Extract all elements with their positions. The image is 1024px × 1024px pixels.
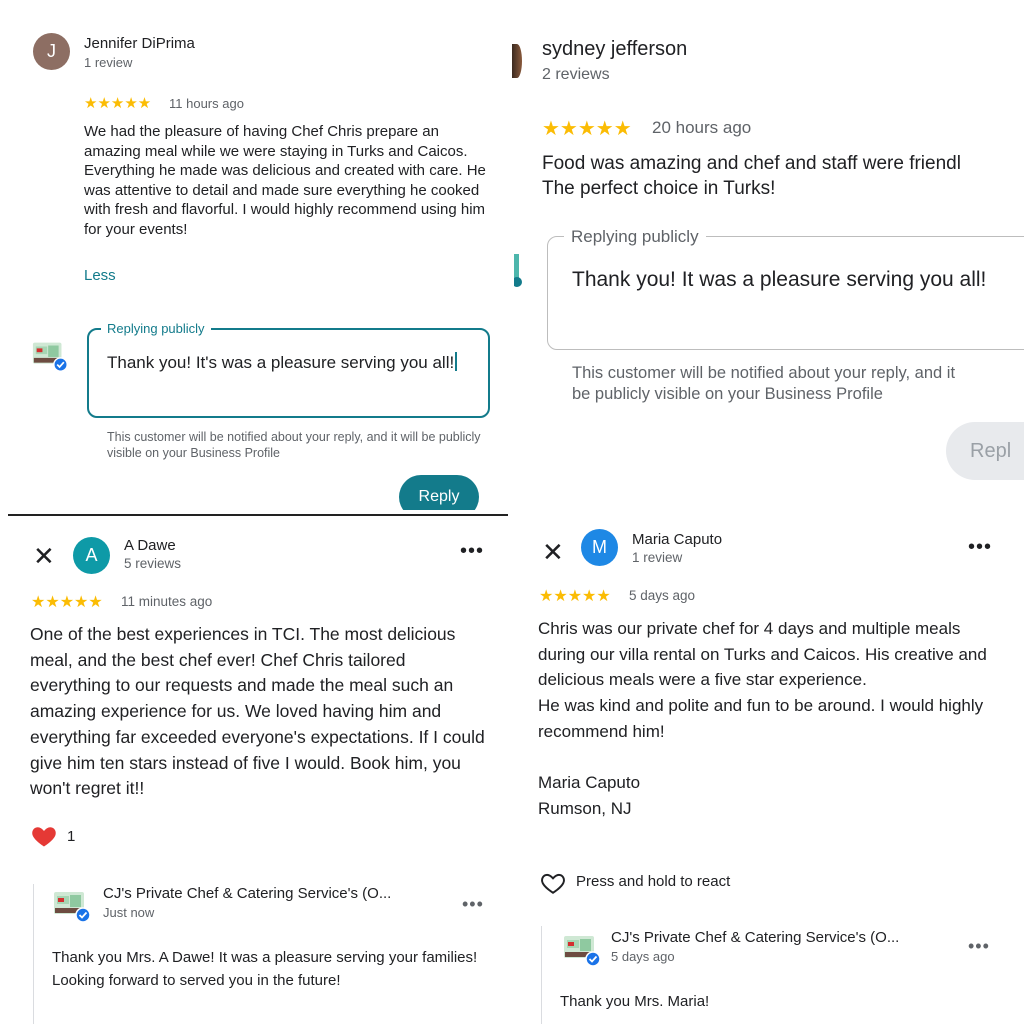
less-link[interactable]: Less (84, 267, 116, 284)
reply-legend: Replying publicly (564, 227, 706, 247)
star-rating: ★★★★★ (542, 118, 632, 140)
review-line: The perfect choice in Turks! (542, 178, 776, 199)
reply-input[interactable] (547, 236, 1024, 350)
more-options-icon[interactable]: ••• (968, 536, 992, 559)
notice-line: be publicly visible on your Business Pro… (572, 385, 883, 403)
heart-outline-icon[interactable] (540, 871, 566, 895)
reaction-count: 1 (67, 828, 76, 845)
review-time: 11 minutes ago (121, 594, 213, 609)
review-text: We had the pleasure of having Chef Chris… (84, 123, 486, 238)
review-count: 5 reviews (124, 556, 182, 571)
business-name[interactable]: CJ's Private Chef & Catering Service's (… (611, 929, 899, 946)
business-reply-text: Thank you Mrs. Maria! (560, 993, 710, 1010)
avatar: M (581, 529, 618, 566)
review-count: 1 review (84, 55, 133, 70)
reply-legend: Replying publicly (101, 321, 211, 336)
reply-button[interactable]: Reply (399, 475, 479, 510)
notice-line: This customer will be notified about you… (572, 364, 956, 382)
heart-icon[interactable] (30, 822, 58, 850)
business-avatar-icon (31, 338, 71, 374)
thread-line (541, 926, 542, 1024)
review-count: 2 reviews (542, 66, 610, 83)
business-avatar-icon (562, 932, 604, 968)
text-cursor (455, 352, 458, 371)
thread-line (33, 884, 34, 1024)
review-text: Chris was our private chef for 4 days an… (538, 619, 987, 818)
review-panel-sydney: sydney jefferson 2 reviews ★★★★★ 20 hour… (512, 0, 1024, 510)
reply-input-value[interactable]: Thank you! It was a pleasure serving you… (572, 266, 1022, 293)
reply-button[interactable]: Repl (946, 422, 1024, 480)
reviewer-name[interactable]: Maria Caputo (632, 531, 722, 548)
review-panel-maria: ✕ M Maria Caputo 1 review ••• ★★★★★ 5 da… (512, 516, 1024, 1024)
avatar: J (33, 33, 70, 70)
avatar: A (73, 537, 110, 574)
avatar (512, 44, 522, 78)
review-time: 11 hours ago (169, 96, 244, 111)
review-panel-jennifer: J Jennifer DiPrima 1 review ★★★★★ 11 hou… (0, 0, 510, 510)
business-reply-text: Thank you Mrs. A Dawe! It was a pleasure… (52, 949, 478, 989)
business-avatar-icon (52, 888, 94, 924)
close-icon[interactable]: ✕ (33, 541, 55, 572)
reviewer-name[interactable]: A Dawe (124, 537, 176, 554)
reviewer-name[interactable]: sydney jefferson (542, 38, 687, 61)
business-avatar-icon (514, 254, 522, 287)
star-rating: ★★★★★ (31, 594, 103, 611)
reply-notice: This customer will be notified about you… (107, 430, 481, 460)
reply-time: Just now (103, 905, 155, 920)
more-options-icon[interactable]: ••• (460, 540, 484, 563)
review-text: Food was amazing and chef and staff were… (542, 151, 1024, 201)
more-options-icon[interactable]: ••• (462, 894, 484, 915)
reviewer-name[interactable]: Jennifer DiPrima (84, 35, 195, 52)
react-prompt[interactable]: Press and hold to react (576, 873, 730, 890)
star-rating: ★★★★★ (84, 95, 152, 112)
reply-input-value[interactable]: Thank you! It's was a pleasure serving y… (107, 352, 477, 374)
more-options-icon[interactable]: ••• (968, 936, 990, 957)
review-time: 5 days ago (629, 588, 696, 603)
reply-notice: This customer will be notified about you… (572, 363, 1024, 405)
review-count: 1 review (632, 550, 683, 565)
business-name[interactable]: CJ's Private Chef & Catering Service's (… (103, 885, 391, 902)
review-panel-a-dawe: ✕ A A Dawe 5 reviews ••• ★★★★★ 11 minute… (0, 516, 510, 1024)
star-rating: ★★★★★ (539, 588, 611, 605)
review-line: Food was amazing and chef and staff were… (542, 153, 961, 174)
review-text: One of the best experiences in TCI. The … (30, 624, 485, 799)
close-icon[interactable]: ✕ (542, 537, 564, 568)
reply-time: 5 days ago (611, 949, 675, 964)
review-time: 20 hours ago (652, 118, 752, 137)
